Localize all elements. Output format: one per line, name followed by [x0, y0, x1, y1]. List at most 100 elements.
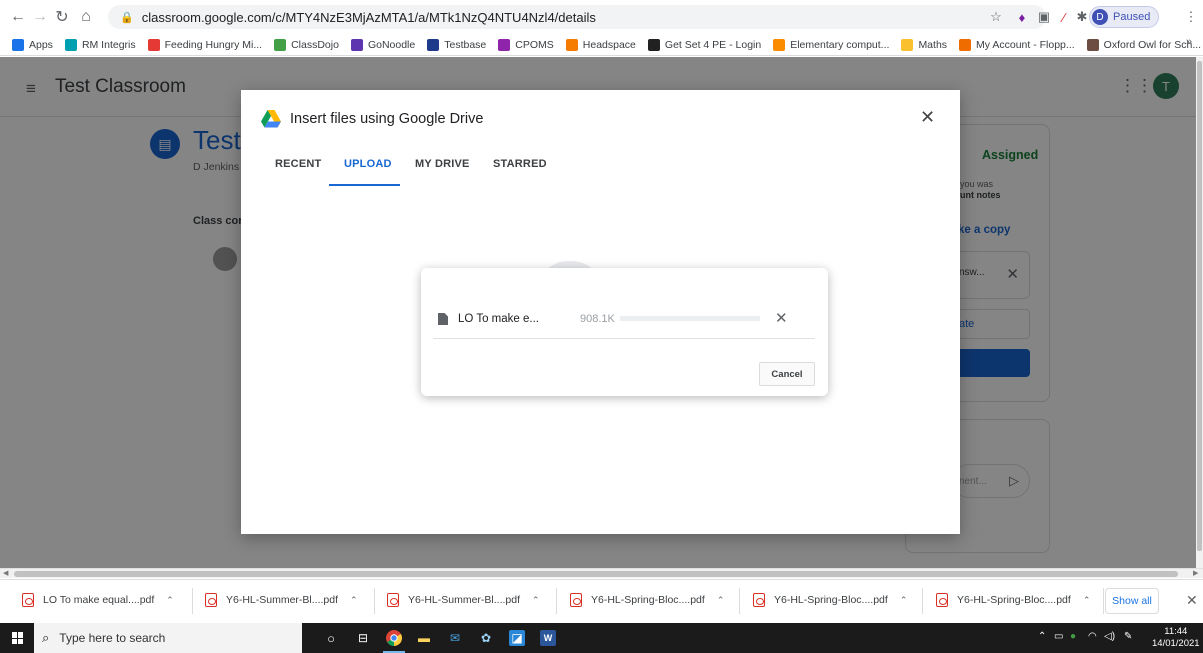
chrome-icon[interactable] — [386, 630, 402, 646]
bookmark-item[interactable]: My Account - Flopp... — [959, 38, 1075, 51]
forward-arrow-icon[interactable]: → — [28, 5, 52, 29]
cancel-button[interactable]: Cancel — [759, 362, 815, 386]
chevron-up-icon[interactable]: ⌃ — [532, 595, 540, 606]
pdf-file-icon — [753, 593, 765, 607]
address-bar[interactable]: 🔒 classroom.google.com/c/MTY4NzE3MjAzMTA… — [108, 5, 1046, 29]
bookmarks-bar: Apps RM Integris Feeding Hungry Mi... Class… — [0, 34, 1203, 56]
download-file-name: Y6-HL-Spring-Bloc....pdf — [774, 594, 888, 606]
chevron-up-icon[interactable]: ⌃ — [1083, 595, 1091, 606]
wifi-icon[interactable]: ◠ — [1088, 631, 1097, 642]
chevron-up-icon[interactable]: ⌃ — [717, 595, 725, 606]
bookmark-favicon-icon — [498, 38, 511, 51]
close-icon[interactable]: ✕ — [920, 107, 935, 128]
vertical-scrollbar[interactable] — [1196, 57, 1203, 568]
bookmark-item[interactable]: Elementary comput... — [773, 38, 889, 51]
download-item[interactable]: LO To make equal....pdf ⌃ — [22, 593, 174, 607]
reload-icon[interactable]: ↻ — [50, 5, 74, 29]
download-separator — [374, 588, 375, 614]
extension-icon[interactable]: ♦ — [1013, 8, 1031, 26]
battery-icon[interactable]: ▭ — [1054, 631, 1063, 642]
windows-start-icon[interactable] — [12, 632, 24, 644]
scroll-left-icon[interactable]: ◀ — [3, 569, 8, 577]
task-view-icon[interactable]: ⊟ — [355, 630, 371, 646]
tab-recent[interactable]: RECENT — [275, 158, 321, 170]
bookmark-star-icon[interactable]: ☆ — [987, 8, 1005, 26]
download-item[interactable]: Y6-HL-Spring-Bloc....pdf ⌃ — [936, 593, 1090, 607]
bookmark-item[interactable]: ClassDojo — [274, 38, 339, 51]
download-file-name: LO To make equal....pdf — [43, 594, 155, 606]
horizontal-scroll-thumb[interactable] — [14, 571, 1178, 577]
bookmark-favicon-icon — [565, 38, 578, 51]
download-item[interactable]: Y6-HL-Spring-Bloc....pdf ⌃ — [753, 593, 907, 607]
taskbar-clock[interactable]: 11:44 14/01/2021 — [1152, 626, 1200, 650]
taskbar-search-box[interactable]: ⌕ Type here to search — [34, 623, 302, 653]
bookmark-favicon-icon — [12, 38, 24, 51]
mail-icon[interactable]: ✉ — [447, 630, 463, 646]
tray-app-icon[interactable]: ● — [1070, 631, 1076, 642]
search-placeholder: Type here to search — [59, 631, 166, 645]
chevron-up-icon[interactable]: ⌃ — [900, 595, 908, 606]
bookmark-favicon-icon — [901, 38, 914, 51]
tab-starred[interactable]: STARRED — [493, 158, 547, 170]
tray-chevron-icon[interactable]: ⌃ — [1038, 631, 1046, 642]
whiteboard-app-icon[interactable]: ◪ — [509, 630, 525, 646]
bookmark-item[interactable]: CPOMS — [498, 38, 554, 51]
bookmark-label: Headspace — [582, 38, 636, 51]
search-icon: ⌕ — [42, 630, 50, 645]
bookmark-item[interactable]: Testbase — [427, 38, 486, 51]
bookmark-favicon-icon — [647, 38, 660, 51]
file-explorer-icon[interactable]: ▬ — [416, 630, 432, 646]
pdf-file-icon — [205, 593, 217, 607]
pen-extension-icon[interactable]: ∕ — [1055, 8, 1073, 26]
bookmark-item[interactable]: Get Set 4 PE - Login — [647, 38, 761, 51]
bookmark-item[interactable]: Maths — [901, 38, 947, 51]
bookmark-favicon-icon — [1086, 38, 1099, 51]
pdf-file-icon — [570, 593, 582, 607]
upload-progress-dialog: LO To make e... 908.1K ✕ Cancel — [421, 268, 828, 396]
upload-file-size: 908.1K — [580, 313, 615, 325]
bookmark-label: My Account - Flopp... — [976, 38, 1075, 51]
cortana-icon[interactable]: ○ — [323, 630, 339, 646]
chevron-up-icon[interactable]: ⌃ — [350, 595, 358, 606]
browser-menu-icon[interactable]: ⋮ — [1182, 8, 1200, 26]
close-shelf-icon[interactable]: ✕ — [1186, 592, 1198, 609]
download-item[interactable]: Y6-HL-Spring-Bloc....pdf ⌃ — [570, 593, 724, 607]
screenshot-extension-icon[interactable]: ▣ — [1035, 8, 1053, 26]
profile-status: Paused — [1113, 11, 1151, 23]
download-separator — [192, 588, 193, 614]
tab-my-drive[interactable]: MY DRIVE — [415, 158, 470, 170]
horizontal-scrollbar[interactable]: ◀ ▶ — [0, 568, 1203, 578]
file-icon — [438, 313, 448, 325]
chevron-up-icon[interactable]: ⌃ — [166, 595, 174, 606]
scroll-right-icon[interactable]: ▶ — [1193, 569, 1198, 577]
bookmark-item[interactable]: GoNoodle — [350, 38, 415, 51]
bookmark-label: Feeding Hungry Mi... — [164, 38, 263, 51]
upload-file-name: LO To make e... — [458, 313, 539, 325]
volume-icon[interactable]: ◁) — [1104, 631, 1115, 642]
bookmark-label: CPOMS — [515, 38, 554, 51]
word-icon[interactable]: W — [540, 630, 556, 646]
home-icon[interactable]: ⌂ — [74, 5, 98, 29]
pen-workspace-icon[interactable]: ✎ — [1124, 631, 1132, 642]
back-arrow-icon[interactable]: ← — [6, 5, 30, 29]
pdf-file-icon — [936, 593, 948, 607]
cancel-upload-icon[interactable]: ✕ — [775, 309, 788, 327]
bookmark-item[interactable]: Feeding Hungry Mi... — [147, 38, 263, 51]
bookmark-item[interactable]: RM Integris — [64, 38, 136, 51]
more-bookmarks-icon[interactable]: » — [1186, 36, 1192, 48]
profile-button[interactable]: D Paused — [1089, 6, 1160, 28]
bookmark-favicon-icon — [64, 38, 77, 51]
download-shelf: Show all ✕ LO To make equal....pdf ⌃ Y6-HL… — [0, 579, 1203, 623]
bookmark-item[interactable]: Headspace — [565, 38, 636, 51]
bookmark-item[interactable]: Apps — [12, 38, 53, 51]
download-item[interactable]: Y6-HL-Summer-Bl....pdf ⌃ — [205, 593, 358, 607]
vertical-scroll-thumb[interactable] — [1197, 61, 1202, 551]
tab-upload[interactable]: UPLOAD — [344, 158, 392, 170]
show-all-button[interactable]: Show all — [1105, 588, 1159, 614]
upload-progress-bar — [620, 316, 760, 321]
download-item[interactable]: Y6-HL-Summer-Bl....pdf ⌃ — [387, 593, 540, 607]
bookmark-favicon-icon — [959, 38, 972, 51]
bookmark-item[interactable]: Oxford Owl for Sch... — [1086, 38, 1201, 51]
app-icon[interactable]: ✿ — [478, 630, 494, 646]
profile-avatar: D — [1092, 9, 1108, 25]
